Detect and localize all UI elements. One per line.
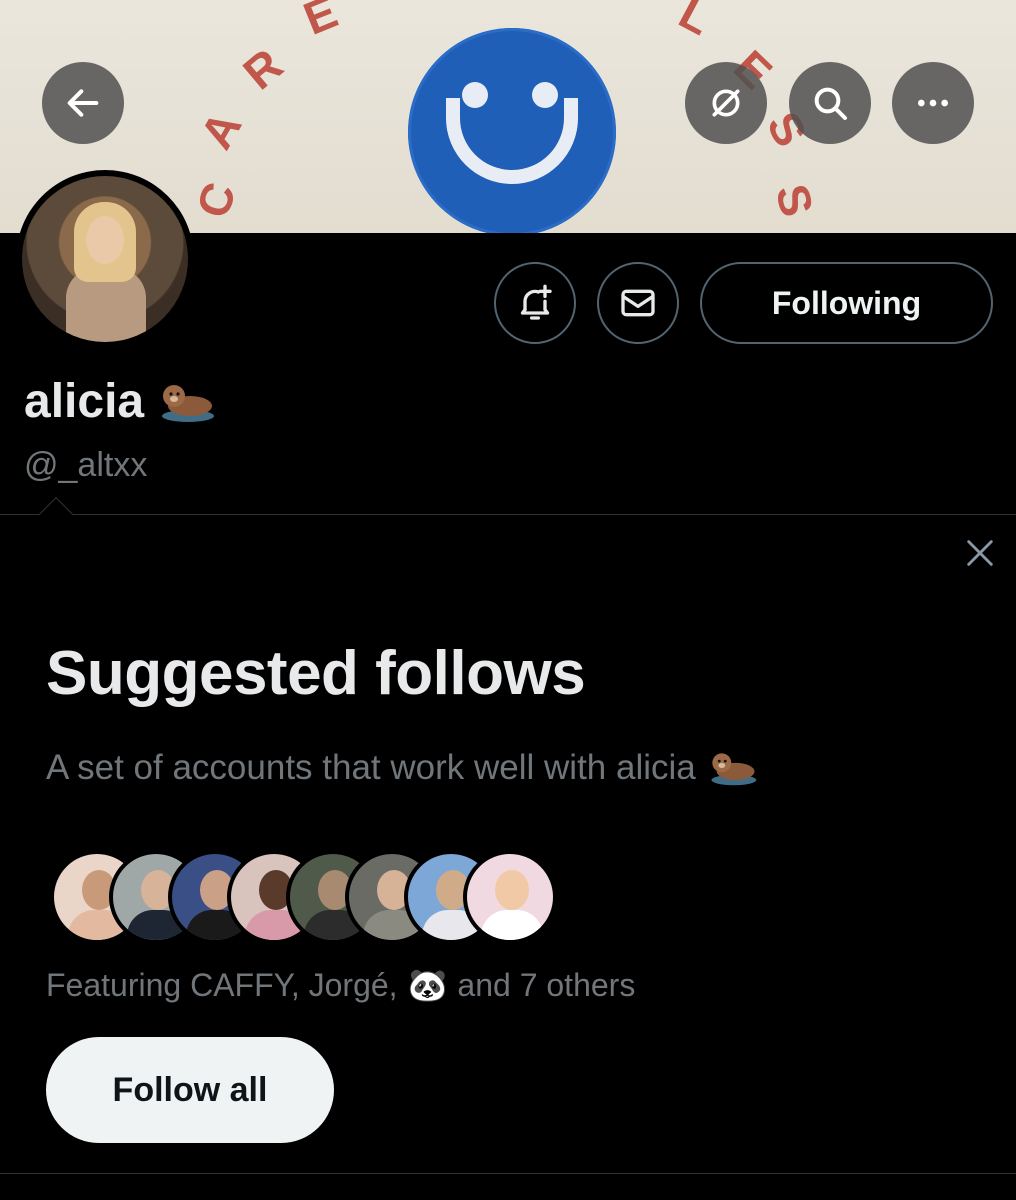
featuring-suffix: and 7 others xyxy=(457,966,636,1003)
svg-text:R: R xyxy=(233,38,292,99)
featuring-line: Featuring CAFFY, Jorgé, 🐼 and 7 others xyxy=(46,966,635,1004)
suggested-follows-title: Suggested follows xyxy=(46,639,586,708)
close-icon xyxy=(967,540,993,566)
profile-avatar[interactable] xyxy=(16,170,194,348)
back-button[interactable] xyxy=(42,62,124,144)
display-name-text: alicia xyxy=(24,375,145,428)
otter-emoji-icon xyxy=(711,753,757,786)
suggested-avatars-stack[interactable] xyxy=(50,850,570,944)
search-icon xyxy=(814,87,847,120)
svg-text:S: S xyxy=(766,179,824,221)
avatar-photo xyxy=(22,176,188,342)
display-name: alicia xyxy=(24,374,216,429)
bottom-divider xyxy=(0,1173,1016,1174)
svg-text:L: L xyxy=(671,0,720,45)
bell-plus-icon xyxy=(520,284,552,320)
search-button[interactable] xyxy=(789,62,871,144)
profile-handle: @_altxx xyxy=(24,446,148,484)
panda-emoji-icon: 🐼 xyxy=(407,966,448,1004)
eye-slash-icon xyxy=(712,89,740,117)
subtitle-text: A set of accounts that work well with al… xyxy=(46,748,696,787)
otter-emoji-icon xyxy=(162,384,215,422)
featuring-prefix: Featuring CAFFY, Jorgé, xyxy=(46,966,398,1003)
following-button[interactable]: Following xyxy=(700,262,993,344)
envelope-icon xyxy=(621,289,655,317)
more-button[interactable] xyxy=(892,62,974,144)
suggested-avatar xyxy=(463,850,557,944)
message-button[interactable] xyxy=(597,262,679,344)
section-divider xyxy=(0,514,1016,515)
close-suggestions-button[interactable] xyxy=(960,533,1000,573)
suggested-follows-subtitle: A set of accounts that work well with al… xyxy=(46,748,758,788)
follow-all-button[interactable]: Follow all xyxy=(46,1037,334,1143)
notifications-button[interactable] xyxy=(494,262,576,344)
svg-text:E: E xyxy=(296,0,344,45)
hide-button[interactable] xyxy=(685,62,767,144)
more-horizontal-icon xyxy=(918,99,948,107)
svg-text:A: A xyxy=(190,103,252,158)
arrow-left-icon xyxy=(67,89,99,117)
popover-caret xyxy=(39,497,73,531)
svg-text:C: C xyxy=(186,176,246,224)
smiley-face-graphic xyxy=(408,28,616,233)
